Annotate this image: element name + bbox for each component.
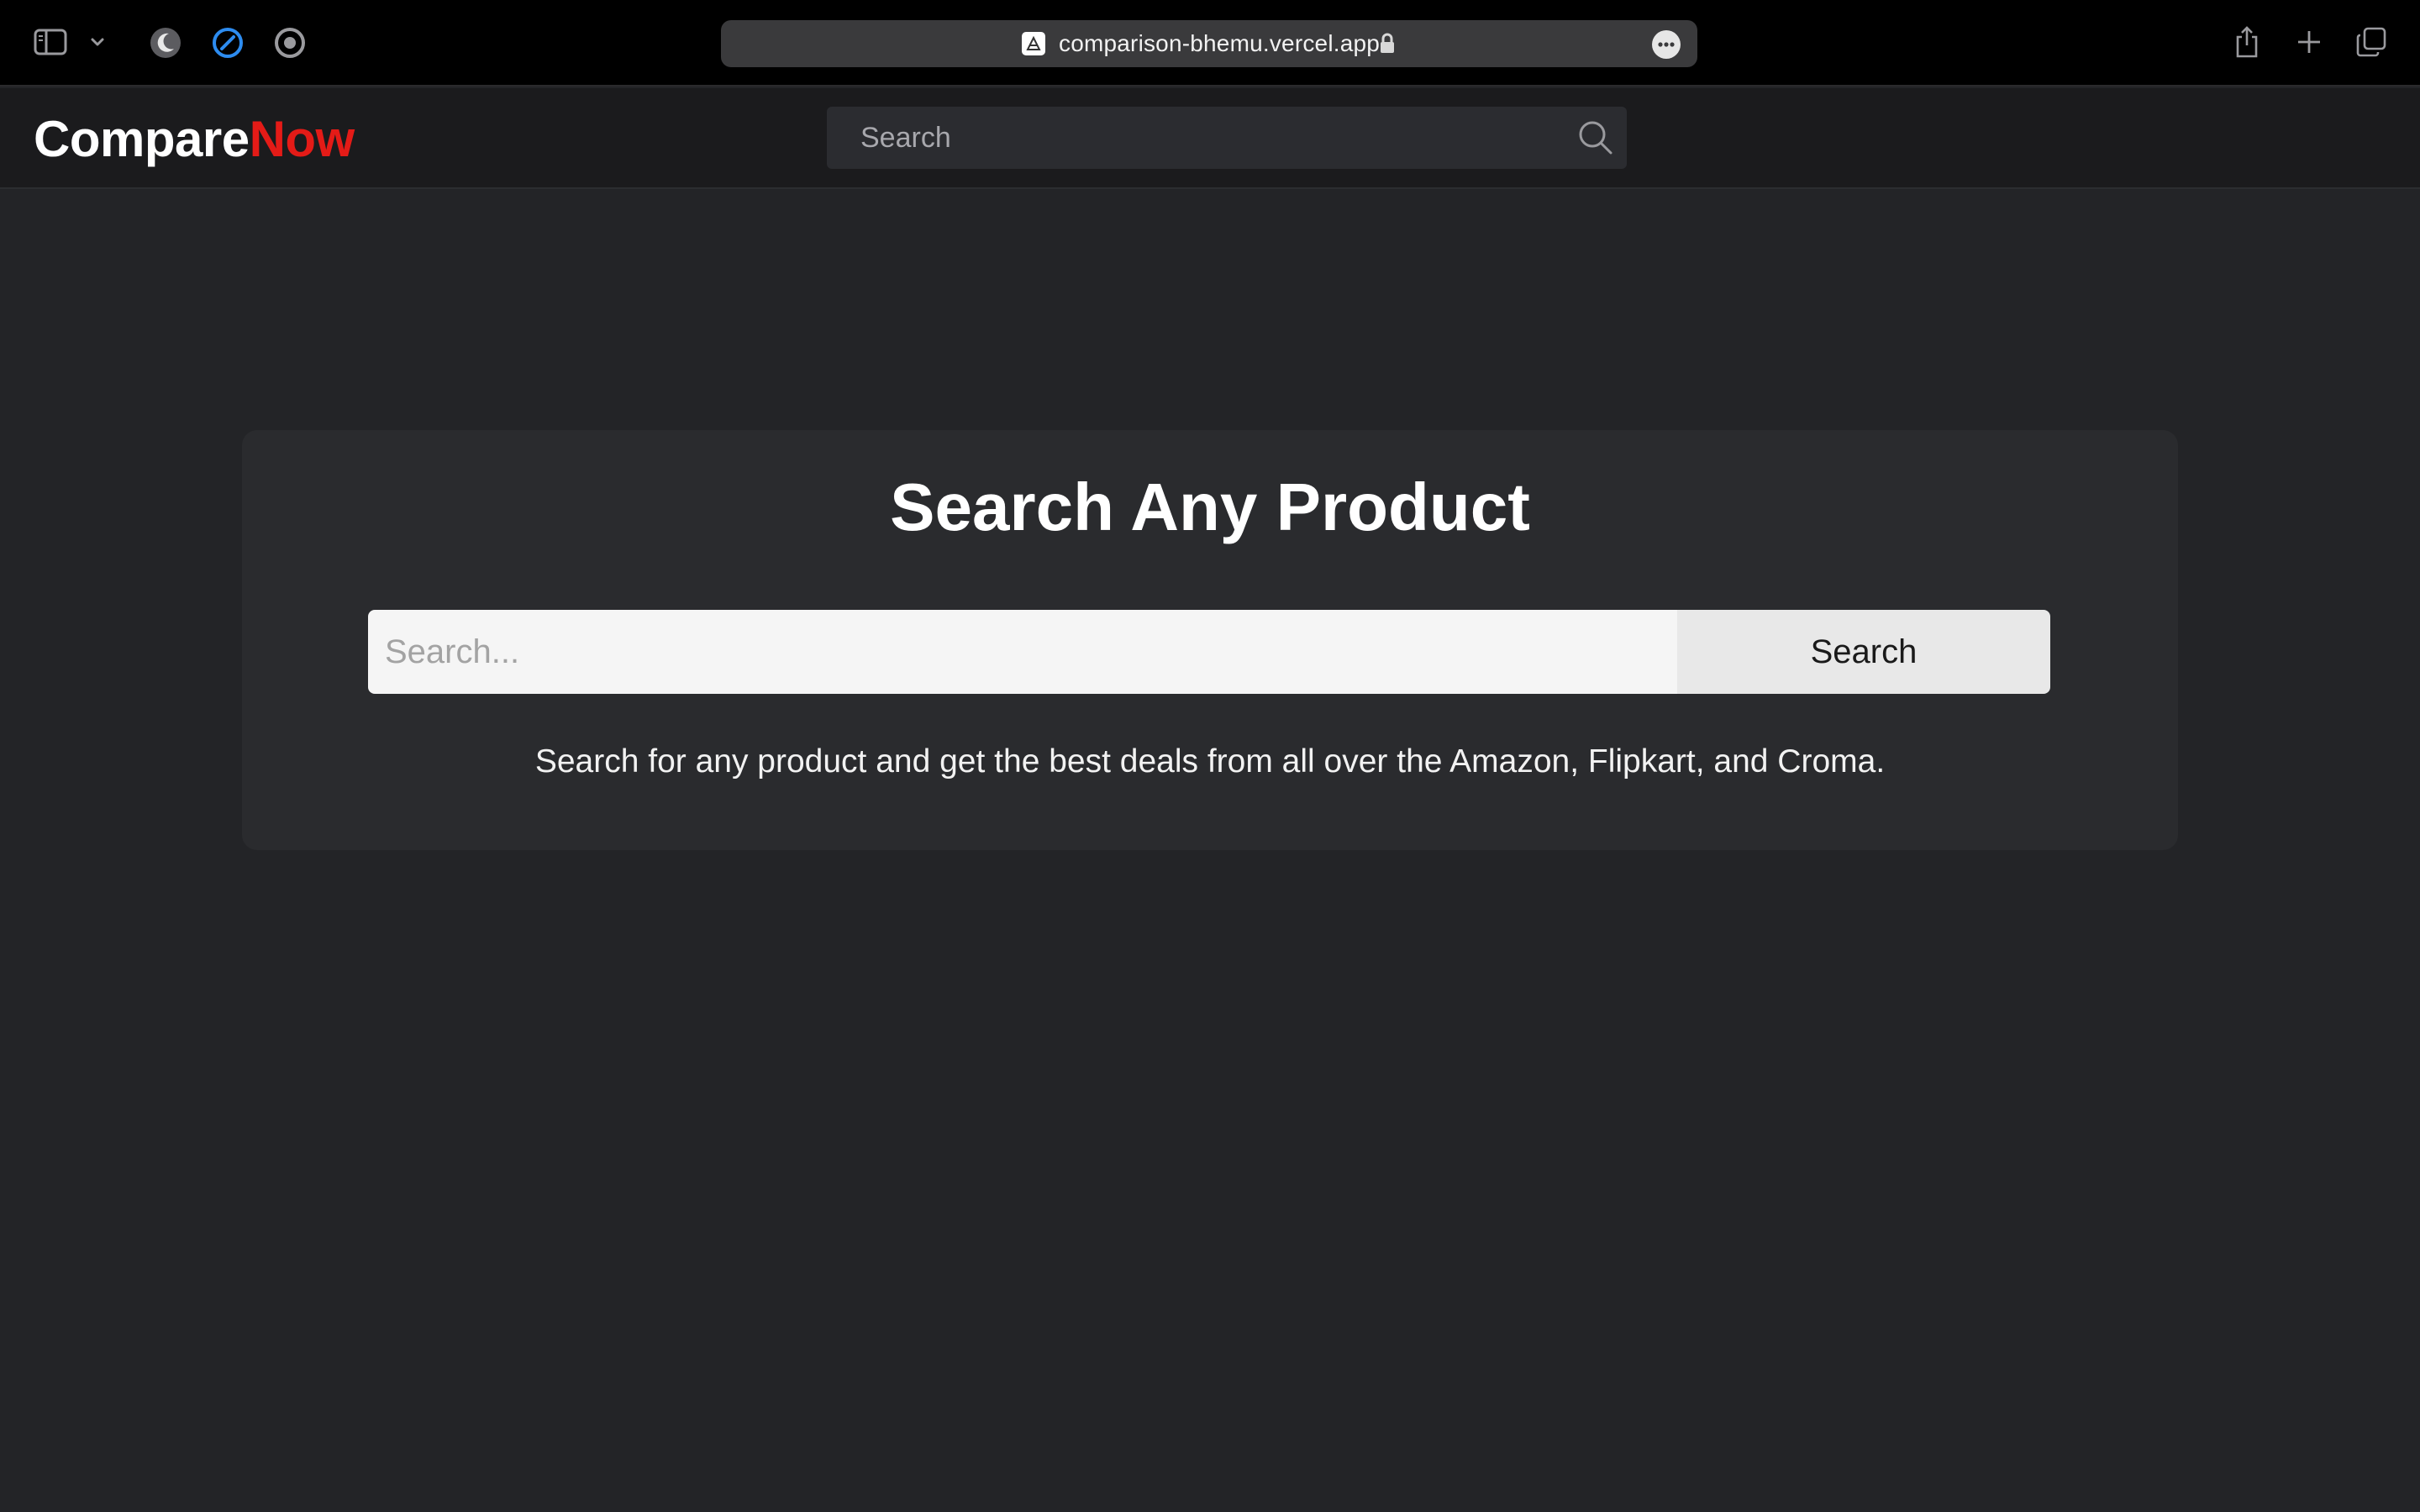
product-search-form: Search xyxy=(368,610,2050,694)
page-title: Search Any Product xyxy=(890,470,1530,544)
product-search-input[interactable] xyxy=(368,610,1677,694)
sidebar-icon[interactable] xyxy=(32,27,69,57)
search-description: Search for any product and get the best … xyxy=(534,743,1886,780)
record-icon[interactable] xyxy=(272,25,308,60)
search-button[interactable]: Search xyxy=(1677,610,2050,694)
address-bar[interactable]: comparison-bhemu.vercel.app xyxy=(721,20,1697,67)
moon-icon[interactable] xyxy=(148,25,183,60)
chevron-down-icon[interactable] xyxy=(87,32,108,52)
compass-icon[interactable] xyxy=(210,25,245,60)
browser-toolbar: comparison-bhemu.vercel.app xyxy=(0,0,2420,87)
more-icon[interactable] xyxy=(1652,30,1681,59)
logo-part-1: Compare xyxy=(34,111,250,167)
site-header: CompareNow xyxy=(0,88,2420,189)
search-icon[interactable] xyxy=(1576,118,1615,157)
header-search-input[interactable] xyxy=(827,107,1566,169)
url-text[interactable]: comparison-bhemu.vercel.app xyxy=(1059,20,1380,67)
site-favicon-icon xyxy=(1022,32,1045,55)
header-search xyxy=(827,107,1627,169)
plus-icon[interactable] xyxy=(2294,27,2324,57)
tabs-icon[interactable] xyxy=(2354,25,2388,59)
search-card: Search Any Product Search Search for any… xyxy=(242,430,2178,850)
logo-part-2: Now xyxy=(249,111,355,167)
share-icon[interactable] xyxy=(2230,24,2264,60)
logo[interactable]: CompareNow xyxy=(34,112,355,167)
lock-icon xyxy=(1378,33,1397,59)
